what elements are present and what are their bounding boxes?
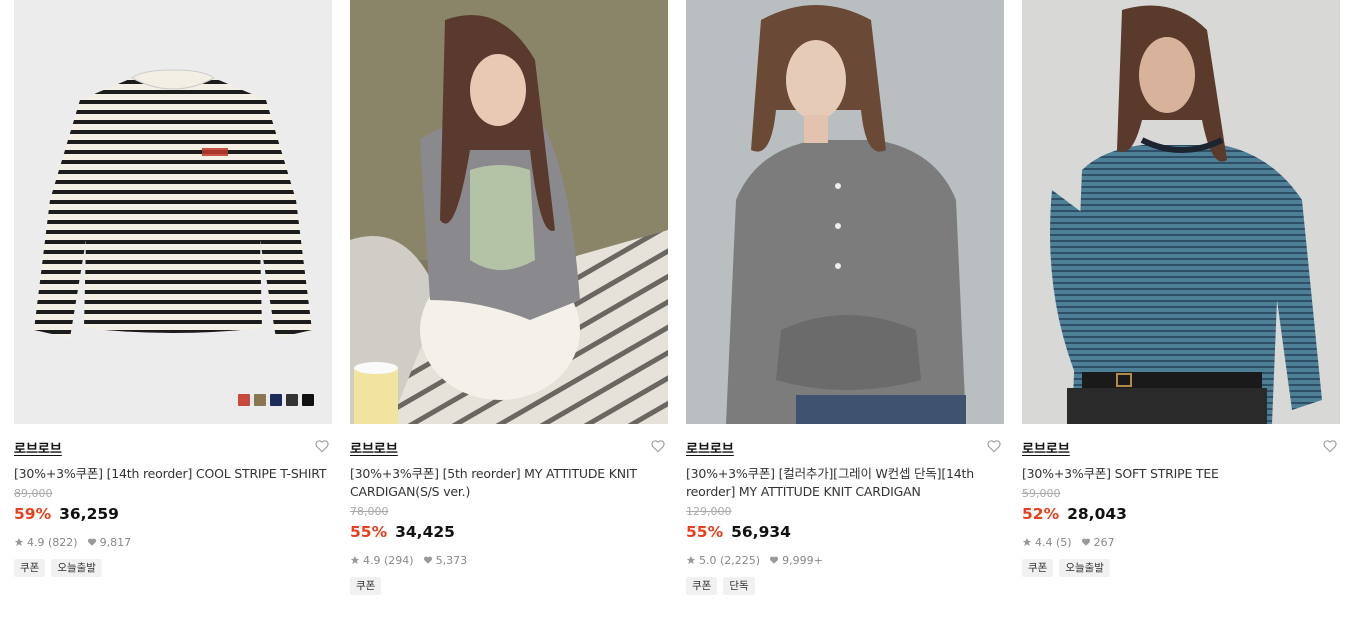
tag: 쿠폰 (350, 577, 382, 595)
like-count: 267 (1093, 535, 1115, 549)
tag-list: 쿠폰 (350, 577, 668, 595)
tag: 단독 (723, 577, 755, 595)
heart-outline-icon[interactable] (1322, 438, 1338, 454)
original-price: 78,000 (350, 505, 389, 518)
like-count: 9,817 (99, 535, 132, 549)
sale-price: 36,259 (59, 505, 119, 523)
discount-rate: 52% (1022, 505, 1060, 523)
product-image[interactable] (14, 0, 332, 424)
tag-list: 쿠폰 단독 (686, 577, 1004, 595)
star-icon (686, 555, 696, 564)
brand-name[interactable]: 로브로브 (14, 442, 62, 457)
like-count: 5,373 (435, 553, 468, 567)
rating: 4.9 (822) (27, 535, 78, 549)
tag: 오늘출발 (51, 559, 102, 577)
product-title[interactable]: [30%+3%쿠폰] SOFT STRIPE TEE (1022, 465, 1340, 483)
heart-outline-icon[interactable] (314, 438, 330, 454)
color-swatch[interactable] (270, 394, 282, 406)
color-swatch[interactable] (238, 394, 250, 406)
color-swatch[interactable] (302, 394, 314, 406)
like-count: 9,999+ (782, 553, 823, 567)
heart-outline-icon[interactable] (986, 438, 1002, 454)
brand-name[interactable]: 로브로브 (1022, 442, 1070, 457)
heart-filled-icon (1081, 538, 1090, 546)
color-swatches (238, 394, 314, 406)
product-title[interactable]: [30%+3%쿠폰] [컬러추가][그레이 W컨셉 단독][14th reord… (686, 465, 1004, 501)
product-image[interactable] (1022, 0, 1340, 424)
sale-price: 56,934 (731, 523, 791, 541)
product-image[interactable] (350, 0, 668, 424)
discount-rate: 55% (350, 523, 388, 541)
product-card[interactable]: 로브로브 [30%+3%쿠폰] [5th reorder] MY ATTITUD… (350, 0, 668, 595)
discount-rate: 55% (686, 523, 724, 541)
star-icon (14, 537, 24, 546)
brand-name[interactable]: 로브로브 (350, 442, 398, 457)
product-card[interactable]: 로브로브 [30%+3%쿠폰] [14th reorder] COOL STRI… (14, 0, 332, 577)
tag: 쿠폰 (1022, 559, 1054, 577)
color-swatch[interactable] (286, 394, 298, 406)
product-title[interactable]: [30%+3%쿠폰] [5th reorder] MY ATTITUDE KNI… (350, 465, 668, 501)
product-card[interactable]: 로브로브 [30%+3%쿠폰] SOFT STRIPE TEE 59,000 5… (1022, 0, 1340, 577)
original-price: 89,000 (14, 487, 53, 500)
original-price: 129,000 (686, 505, 732, 518)
original-price: 59,000 (1022, 487, 1061, 500)
rating: 4.9 (294) (363, 553, 414, 567)
discount-rate: 59% (14, 505, 52, 523)
product-card[interactable]: 로브로브 [30%+3%쿠폰] [컬러추가][그레이 W컨셉 단독][14th … (686, 0, 1004, 595)
tag: 오늘출발 (1059, 559, 1110, 577)
tag: 쿠폰 (14, 559, 46, 577)
product-title[interactable]: [30%+3%쿠폰] [14th reorder] COOL STRIPE T-… (14, 465, 332, 483)
tag: 쿠폰 (686, 577, 718, 595)
star-icon (350, 555, 360, 564)
sale-price: 28,043 (1067, 505, 1127, 523)
rating: 4.4 (5) (1035, 535, 1072, 549)
heart-filled-icon (423, 556, 432, 564)
tag-list: 쿠폰 오늘출발 (14, 559, 332, 577)
product-grid: 로브로브 [30%+3%쿠폰] [14th reorder] COOL STRI… (0, 0, 1345, 619)
brand-name[interactable]: 로브로브 (686, 442, 734, 457)
tag-list: 쿠폰 오늘출발 (1022, 559, 1340, 577)
heart-outline-icon[interactable] (650, 438, 666, 454)
sale-price: 34,425 (395, 523, 455, 541)
product-image[interactable] (686, 0, 1004, 424)
heart-filled-icon (87, 538, 96, 546)
color-swatch[interactable] (254, 394, 266, 406)
rating: 5.0 (2,225) (699, 553, 761, 567)
heart-filled-icon (770, 556, 779, 564)
star-icon (1022, 537, 1032, 546)
